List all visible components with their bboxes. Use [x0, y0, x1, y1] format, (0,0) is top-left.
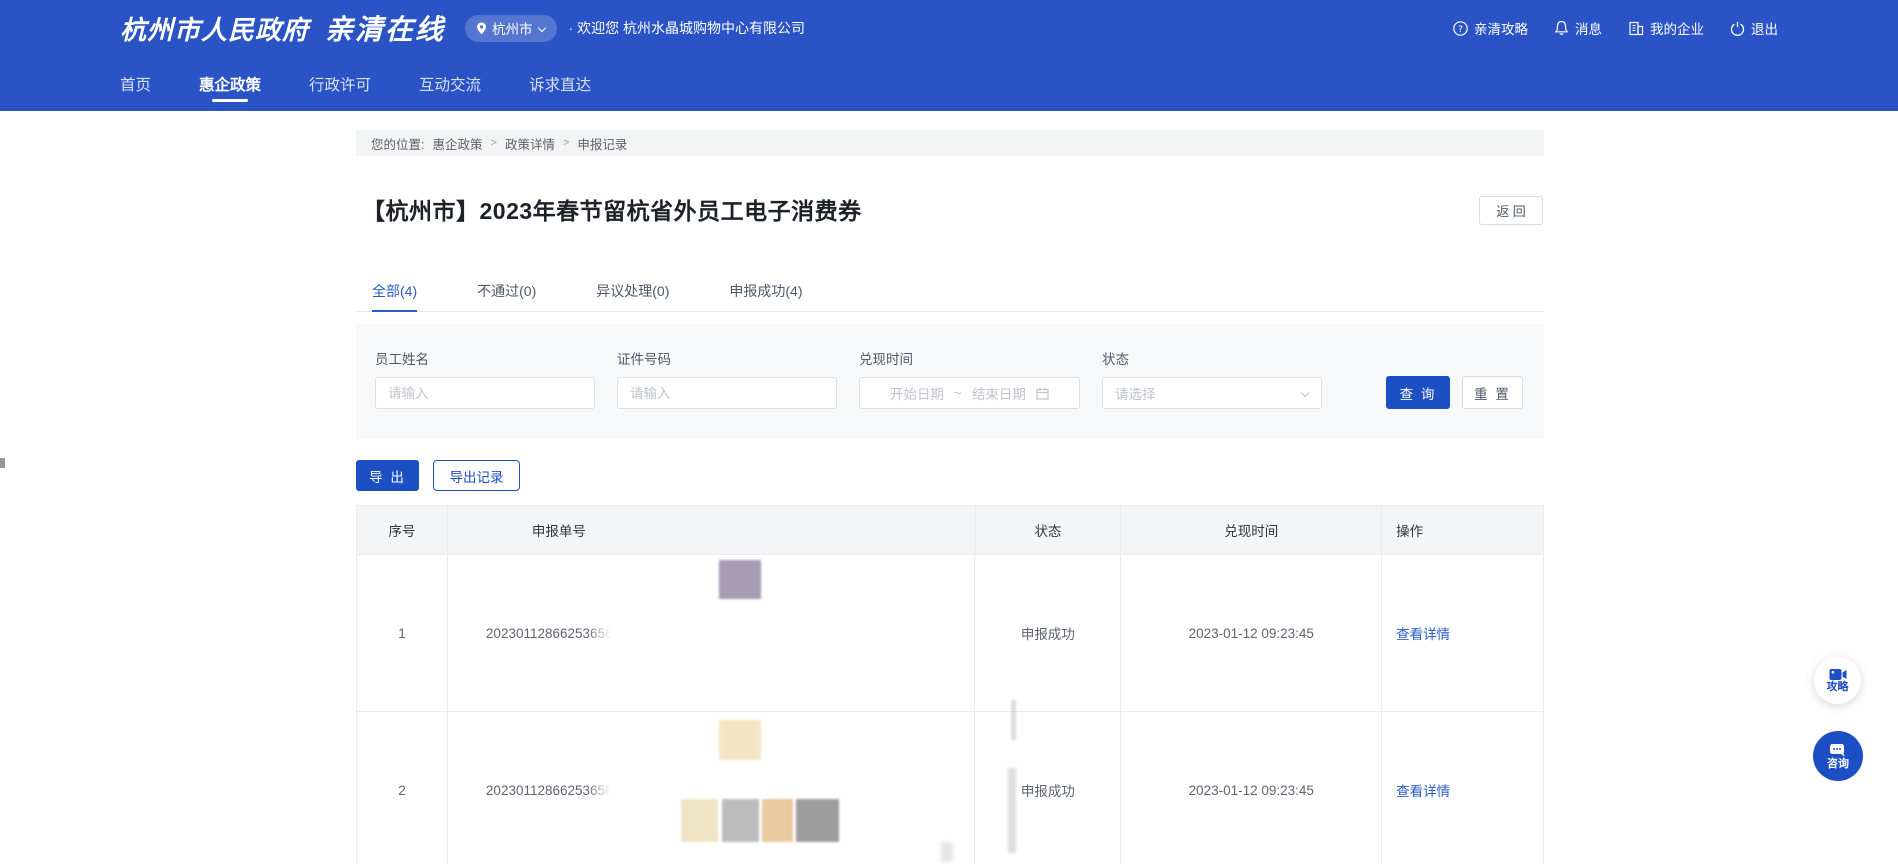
- redaction-blob-strip: [681, 799, 839, 842]
- tab-rejected[interactable]: 不通过(0): [477, 270, 536, 311]
- nav-item-interaction[interactable]: 互动交流: [419, 56, 481, 111]
- consult-float-button[interactable]: 咨询: [1813, 731, 1863, 781]
- row-index: 2: [357, 712, 448, 864]
- view-detail-link[interactable]: 查看详情: [1396, 623, 1450, 643]
- breadcrumb-separator: >: [563, 137, 569, 149]
- back-button[interactable]: 返 回: [1479, 196, 1543, 225]
- link-qinqing-guide[interactable]: ? 亲清攻略: [1453, 18, 1528, 38]
- view-detail-link[interactable]: 查看详情: [1396, 780, 1450, 800]
- employee-name-label: 员工姓名: [375, 348, 429, 368]
- bell-icon: [1554, 20, 1569, 36]
- tab-dispute[interactable]: 异议处理(0): [596, 270, 669, 311]
- status-select[interactable]: 请选择: [1102, 377, 1322, 409]
- column-header-status: 状态: [976, 506, 1122, 555]
- export-button[interactable]: 导 出: [356, 460, 419, 491]
- id-number-input[interactable]: [617, 377, 837, 409]
- link-label: 我的企业: [1650, 18, 1704, 38]
- link-label: 退出: [1751, 18, 1778, 38]
- link-logout[interactable]: 退出: [1730, 18, 1778, 38]
- site-logo: 杭州市人民政府 亲清在线: [120, 8, 445, 48]
- redaction-smudge: [1011, 700, 1016, 740]
- guide-float-button[interactable]: 攻略: [1814, 657, 1861, 704]
- date-range-separator: ~: [954, 386, 962, 401]
- svg-text:?: ?: [1458, 24, 1463, 34]
- consult-float-label: 咨询: [1827, 759, 1849, 770]
- row-status: 申报成功: [975, 712, 1121, 864]
- nav-item-policies[interactable]: 惠企政策: [199, 56, 261, 111]
- breadcrumb-item-policies[interactable]: 惠企政策: [432, 134, 482, 153]
- status-tabs: 全部(4) 不通过(0) 异议处理(0) 申报成功(4): [356, 270, 1544, 312]
- power-icon: [1730, 21, 1745, 36]
- employee-name-input[interactable]: [375, 377, 595, 409]
- column-header-order-no: 申报单号: [448, 506, 976, 555]
- redaction-smudge: [941, 842, 953, 862]
- building-icon: [1628, 21, 1644, 36]
- breadcrumb-separator: >: [491, 137, 497, 149]
- tab-success[interactable]: 申报成功(4): [729, 270, 802, 311]
- link-messages[interactable]: 消息: [1554, 18, 1602, 38]
- table-toolbar: 导 出 导出记录: [356, 460, 520, 492]
- row-order-no: 20230112866253656: [448, 555, 976, 712]
- gov-logo-text: 杭州市人民政府: [120, 10, 309, 47]
- redaction-blob: [719, 720, 761, 760]
- main-nav: 首页 惠企政策 行政许可 互动交流 诉求直达: [0, 56, 1898, 111]
- link-label: 消息: [1575, 18, 1602, 38]
- page-title: 【杭州市】2023年春节留杭省外员工电子消费券: [362, 192, 862, 226]
- brand-logo-text: 亲清在线: [325, 8, 445, 48]
- header-quick-links: ? 亲清攻略 消息 我的企业 退出: [1453, 18, 1778, 38]
- welcome-text: · 欢迎您 杭州水晶城购物中心有限公司: [569, 18, 805, 38]
- nav-item-home[interactable]: 首页: [120, 56, 151, 111]
- redaction-smudge: [1008, 768, 1016, 853]
- id-number-label: 证件号码: [617, 348, 671, 368]
- chevron-down-icon: [538, 24, 546, 32]
- reset-button[interactable]: 重 置: [1462, 376, 1523, 409]
- row-status: 申报成功: [975, 555, 1121, 712]
- status-label: 状态: [1102, 348, 1129, 368]
- nav-item-appeals[interactable]: 诉求直达: [529, 56, 591, 111]
- link-my-enterprise[interactable]: 我的企业: [1628, 18, 1704, 38]
- guide-float-label: 攻略: [1827, 682, 1849, 693]
- tab-all[interactable]: 全部(4): [372, 270, 417, 311]
- column-header-actions: 操作: [1382, 506, 1543, 555]
- redaction-blob: [719, 560, 761, 599]
- link-label: 亲清攻略: [1474, 18, 1528, 38]
- city-badge-label: 杭州市: [492, 18, 533, 38]
- chat-bubble-icon: [1829, 743, 1847, 758]
- city-selector[interactable]: 杭州市: [465, 15, 557, 42]
- export-records-button[interactable]: 导出记录: [433, 460, 520, 491]
- column-header-index: 序号: [357, 506, 448, 555]
- row-redeem-time: 2023-01-12 09:23:45: [1121, 712, 1382, 864]
- filter-panel: 员工姓名 证件号码 兑现时间 状态 开始日期 ~ 结束日期 请选择 查 询 重 …: [356, 324, 1544, 439]
- start-date-placeholder: 开始日期: [890, 383, 944, 403]
- table-header-row: 序号 申报单号 状态 兑现时间 操作: [357, 506, 1543, 555]
- declaration-records-table: 序号 申报单号 状态 兑现时间 操作 1 20230112866253656 申…: [356, 505, 1544, 864]
- search-button[interactable]: 查 询: [1386, 376, 1450, 409]
- nav-item-admin-permits[interactable]: 行政许可: [309, 56, 371, 111]
- edge-artifact: [0, 458, 5, 468]
- end-date-placeholder: 结束日期: [972, 383, 1026, 403]
- row-redeem-time: 2023-01-12 09:23:45: [1121, 555, 1382, 712]
- breadcrumb-item-current: 申报记录: [577, 134, 627, 153]
- question-circle-icon: ?: [1453, 21, 1468, 36]
- redeem-time-label: 兑现时间: [859, 348, 913, 368]
- status-select-placeholder: 请选择: [1115, 383, 1156, 403]
- redeem-time-range-picker[interactable]: 开始日期 ~ 结束日期: [859, 377, 1080, 409]
- breadcrumb-prefix: 您的位置:: [371, 134, 424, 153]
- breadcrumb: 您的位置: 惠企政策 > 政策详情 > 申报记录: [356, 130, 1544, 156]
- location-pin-icon: [476, 22, 487, 35]
- row-index: 1: [357, 555, 448, 712]
- breadcrumb-item-policy-detail[interactable]: 政策详情: [505, 134, 555, 153]
- chevron-down-icon: [1301, 389, 1309, 397]
- table-row: 1 20230112866253656 申报成功 2023-01-12 09:2…: [357, 555, 1543, 712]
- top-header: 杭州市人民政府 亲清在线 杭州市 · 欢迎您 杭州水晶城购物中心有限公司 ? 亲…: [0, 0, 1898, 56]
- column-header-redeem-time: 兑现时间: [1121, 506, 1382, 555]
- video-camera-icon: [1829, 668, 1847, 681]
- calendar-icon: [1036, 387, 1049, 400]
